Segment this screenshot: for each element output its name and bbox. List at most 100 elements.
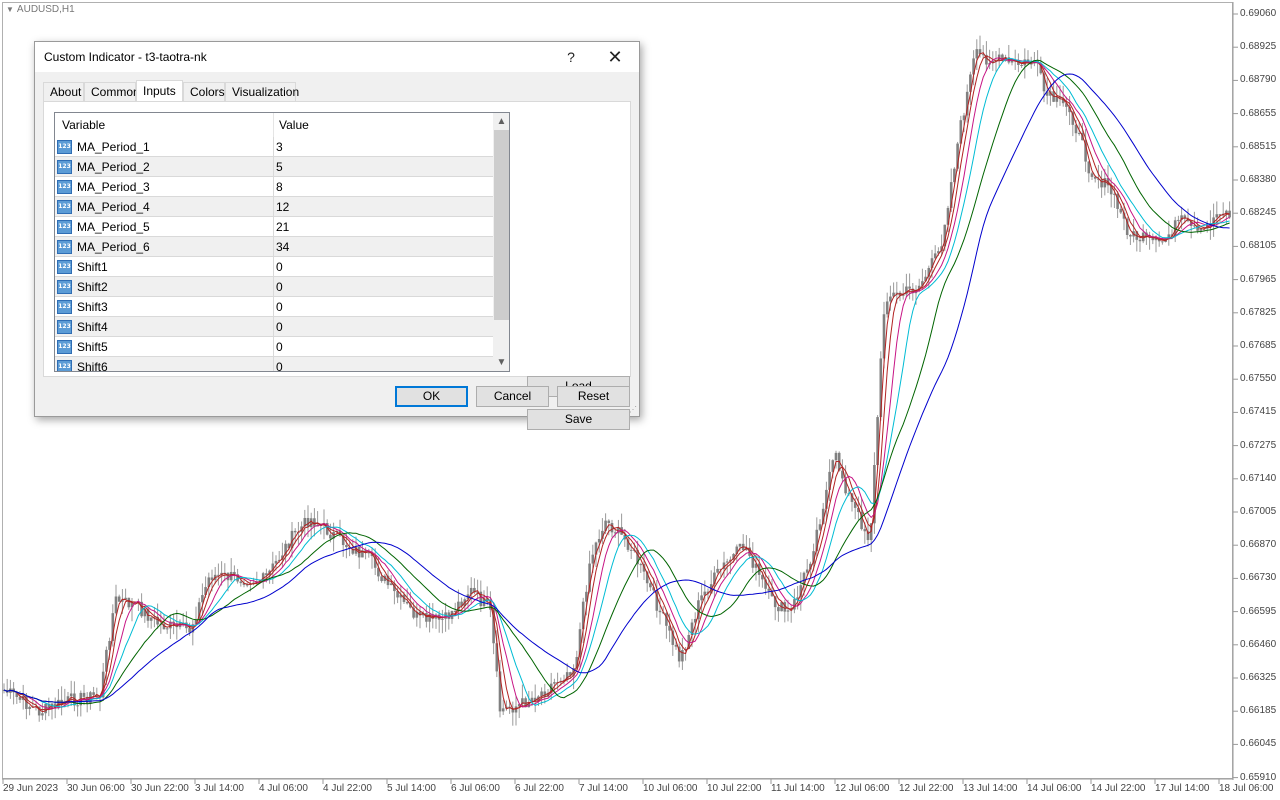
- candle-body: [777, 607, 780, 612]
- numeric-param-icon: 123: [57, 160, 72, 174]
- time-tick-label: 18 Jul 06:00: [1219, 783, 1274, 794]
- candle-body: [239, 581, 243, 584]
- param-row[interactable]: 123 MA_Period_2 5: [55, 157, 493, 177]
- candle-body: [380, 576, 383, 582]
- param-value[interactable]: 0: [276, 340, 283, 354]
- inputs-panel: Variable Value 123 MA_Period_1 3 123 MA_Peri…: [43, 101, 631, 430]
- candle-body: [1161, 241, 1164, 243]
- candle-body: [293, 530, 297, 533]
- grid-header: Variable Value: [55, 113, 493, 137]
- tab-colors[interactable]: Colors: [183, 82, 225, 101]
- candle-body: [885, 301, 889, 315]
- param-row[interactable]: 123 MA_Period_5 21: [55, 217, 493, 237]
- tab-common[interactable]: Common: [84, 82, 140, 101]
- scroll-up-icon[interactable]: ▲: [493, 113, 509, 130]
- time-tick-label: 17 Jul 14:00: [1155, 783, 1210, 794]
- cell-divider: [273, 317, 274, 337]
- scroll-thumb[interactable]: [494, 130, 509, 320]
- tab-about[interactable]: About: [43, 82, 84, 101]
- candle-body: [165, 628, 169, 630]
- param-name: Shift2: [77, 280, 108, 294]
- numeric-param-icon: 123: [57, 340, 72, 354]
- param-value[interactable]: 3: [276, 140, 283, 154]
- param-row[interactable]: 123 MA_Period_4 12: [55, 197, 493, 217]
- numeric-param-icon: 123: [57, 320, 72, 334]
- price-tick-label: 0.66460: [1240, 638, 1277, 650]
- dropdown-triangle-icon[interactable]: ▼: [6, 5, 14, 14]
- param-row[interactable]: 123 MA_Period_6 34: [55, 237, 493, 257]
- candle-body: [591, 554, 595, 564]
- cell-divider: [273, 157, 274, 177]
- param-row[interactable]: 123 Shift1 0: [55, 257, 493, 277]
- candle-body: [607, 520, 611, 524]
- candle-body: [738, 543, 742, 547]
- resize-grip-icon[interactable]: ⋰: [629, 405, 637, 414]
- param-value[interactable]: 0: [276, 300, 283, 314]
- param-value[interactable]: 21: [276, 220, 289, 234]
- param-row[interactable]: 123 Shift2 0: [55, 277, 493, 297]
- param-value[interactable]: 5: [276, 160, 283, 174]
- tab-visualization[interactable]: Visualization: [225, 82, 299, 101]
- candle-body: [658, 610, 662, 613]
- param-value[interactable]: 34: [276, 240, 289, 254]
- dialog-title: Custom Indicator - t3-taotra-nk: [44, 50, 207, 64]
- param-row[interactable]: 123 MA_Period_3 8: [55, 177, 493, 197]
- numeric-param-icon: 123: [57, 300, 72, 314]
- param-row[interactable]: 123 Shift4 0: [55, 317, 493, 337]
- grid-scrollbar[interactable]: ▲ ▼: [493, 113, 509, 371]
- reset-button[interactable]: Reset: [557, 386, 630, 407]
- candle-body: [1129, 234, 1132, 237]
- numeric-param-icon: 123: [57, 280, 72, 294]
- candle-body: [76, 705, 79, 707]
- candle-body: [1119, 208, 1123, 213]
- save-button[interactable]: Save: [527, 409, 630, 430]
- candle-body: [1077, 132, 1081, 134]
- candle-body: [1090, 173, 1094, 177]
- column-divider[interactable]: [273, 113, 274, 137]
- column-header-variable[interactable]: Variable: [62, 113, 105, 137]
- ok-button[interactable]: OK: [395, 386, 468, 407]
- candle-body: [1138, 239, 1142, 242]
- price-tick-label: 0.66730: [1240, 572, 1277, 584]
- candle-body: [553, 682, 556, 684]
- param-row[interactable]: 123 MA_Period_1 3: [55, 137, 493, 157]
- time-tick-label: 14 Jul 22:00: [1091, 783, 1146, 794]
- inputs-grid: Variable Value 123 MA_Period_1 3 123 MA_Peri…: [54, 112, 510, 372]
- candle-body: [786, 610, 790, 612]
- price-tick-label: 0.67965: [1240, 273, 1277, 285]
- candle-body: [863, 529, 867, 532]
- param-row[interactable]: 123 Shift5 0: [55, 337, 493, 357]
- candle-body: [313, 518, 316, 527]
- numeric-param-icon: 123: [57, 180, 72, 194]
- param-value[interactable]: 0: [276, 360, 283, 371]
- numeric-param-icon: 123: [57, 240, 72, 254]
- candle-body: [889, 296, 892, 302]
- dialog-titlebar[interactable]: Custom Indicator - t3-taotra-nk ? ✕: [35, 42, 639, 72]
- candle-body: [274, 560, 278, 564]
- time-tick-label: 11 Jul 14:00: [771, 783, 825, 794]
- column-header-value[interactable]: Value: [279, 113, 309, 137]
- param-value[interactable]: 0: [276, 280, 283, 294]
- param-value[interactable]: 0: [276, 320, 283, 334]
- param-row[interactable]: 123 Shift6 0: [55, 357, 493, 371]
- scroll-down-icon[interactable]: ▼: [493, 354, 509, 371]
- param-name: Shift5: [77, 340, 108, 354]
- price-tick-label: 0.67825: [1240, 306, 1277, 318]
- price-tick-label: 0.66185: [1240, 705, 1277, 717]
- close-icon[interactable]: ✕: [593, 42, 637, 72]
- price-tick-label: 0.67005: [1240, 506, 1277, 517]
- param-row[interactable]: 123 Shift3 0: [55, 297, 493, 317]
- help-button[interactable]: ?: [549, 42, 593, 72]
- cell-divider: [273, 277, 274, 297]
- tab-inputs[interactable]: Inputs: [136, 80, 183, 102]
- cell-divider: [273, 177, 274, 197]
- cancel-button[interactable]: Cancel: [476, 386, 549, 407]
- candle-body: [441, 618, 444, 620]
- price-tick-label: 0.67275: [1240, 439, 1277, 451]
- param-value[interactable]: 8: [276, 180, 283, 194]
- param-value[interactable]: 0: [276, 260, 283, 274]
- param-value[interactable]: 12: [276, 200, 289, 214]
- custom-indicator-dialog: Custom Indicator - t3-taotra-nk ? ✕ Abou…: [34, 41, 640, 430]
- cell-divider: [273, 137, 274, 157]
- symbol-text: AUDUSD,H1: [16, 4, 75, 15]
